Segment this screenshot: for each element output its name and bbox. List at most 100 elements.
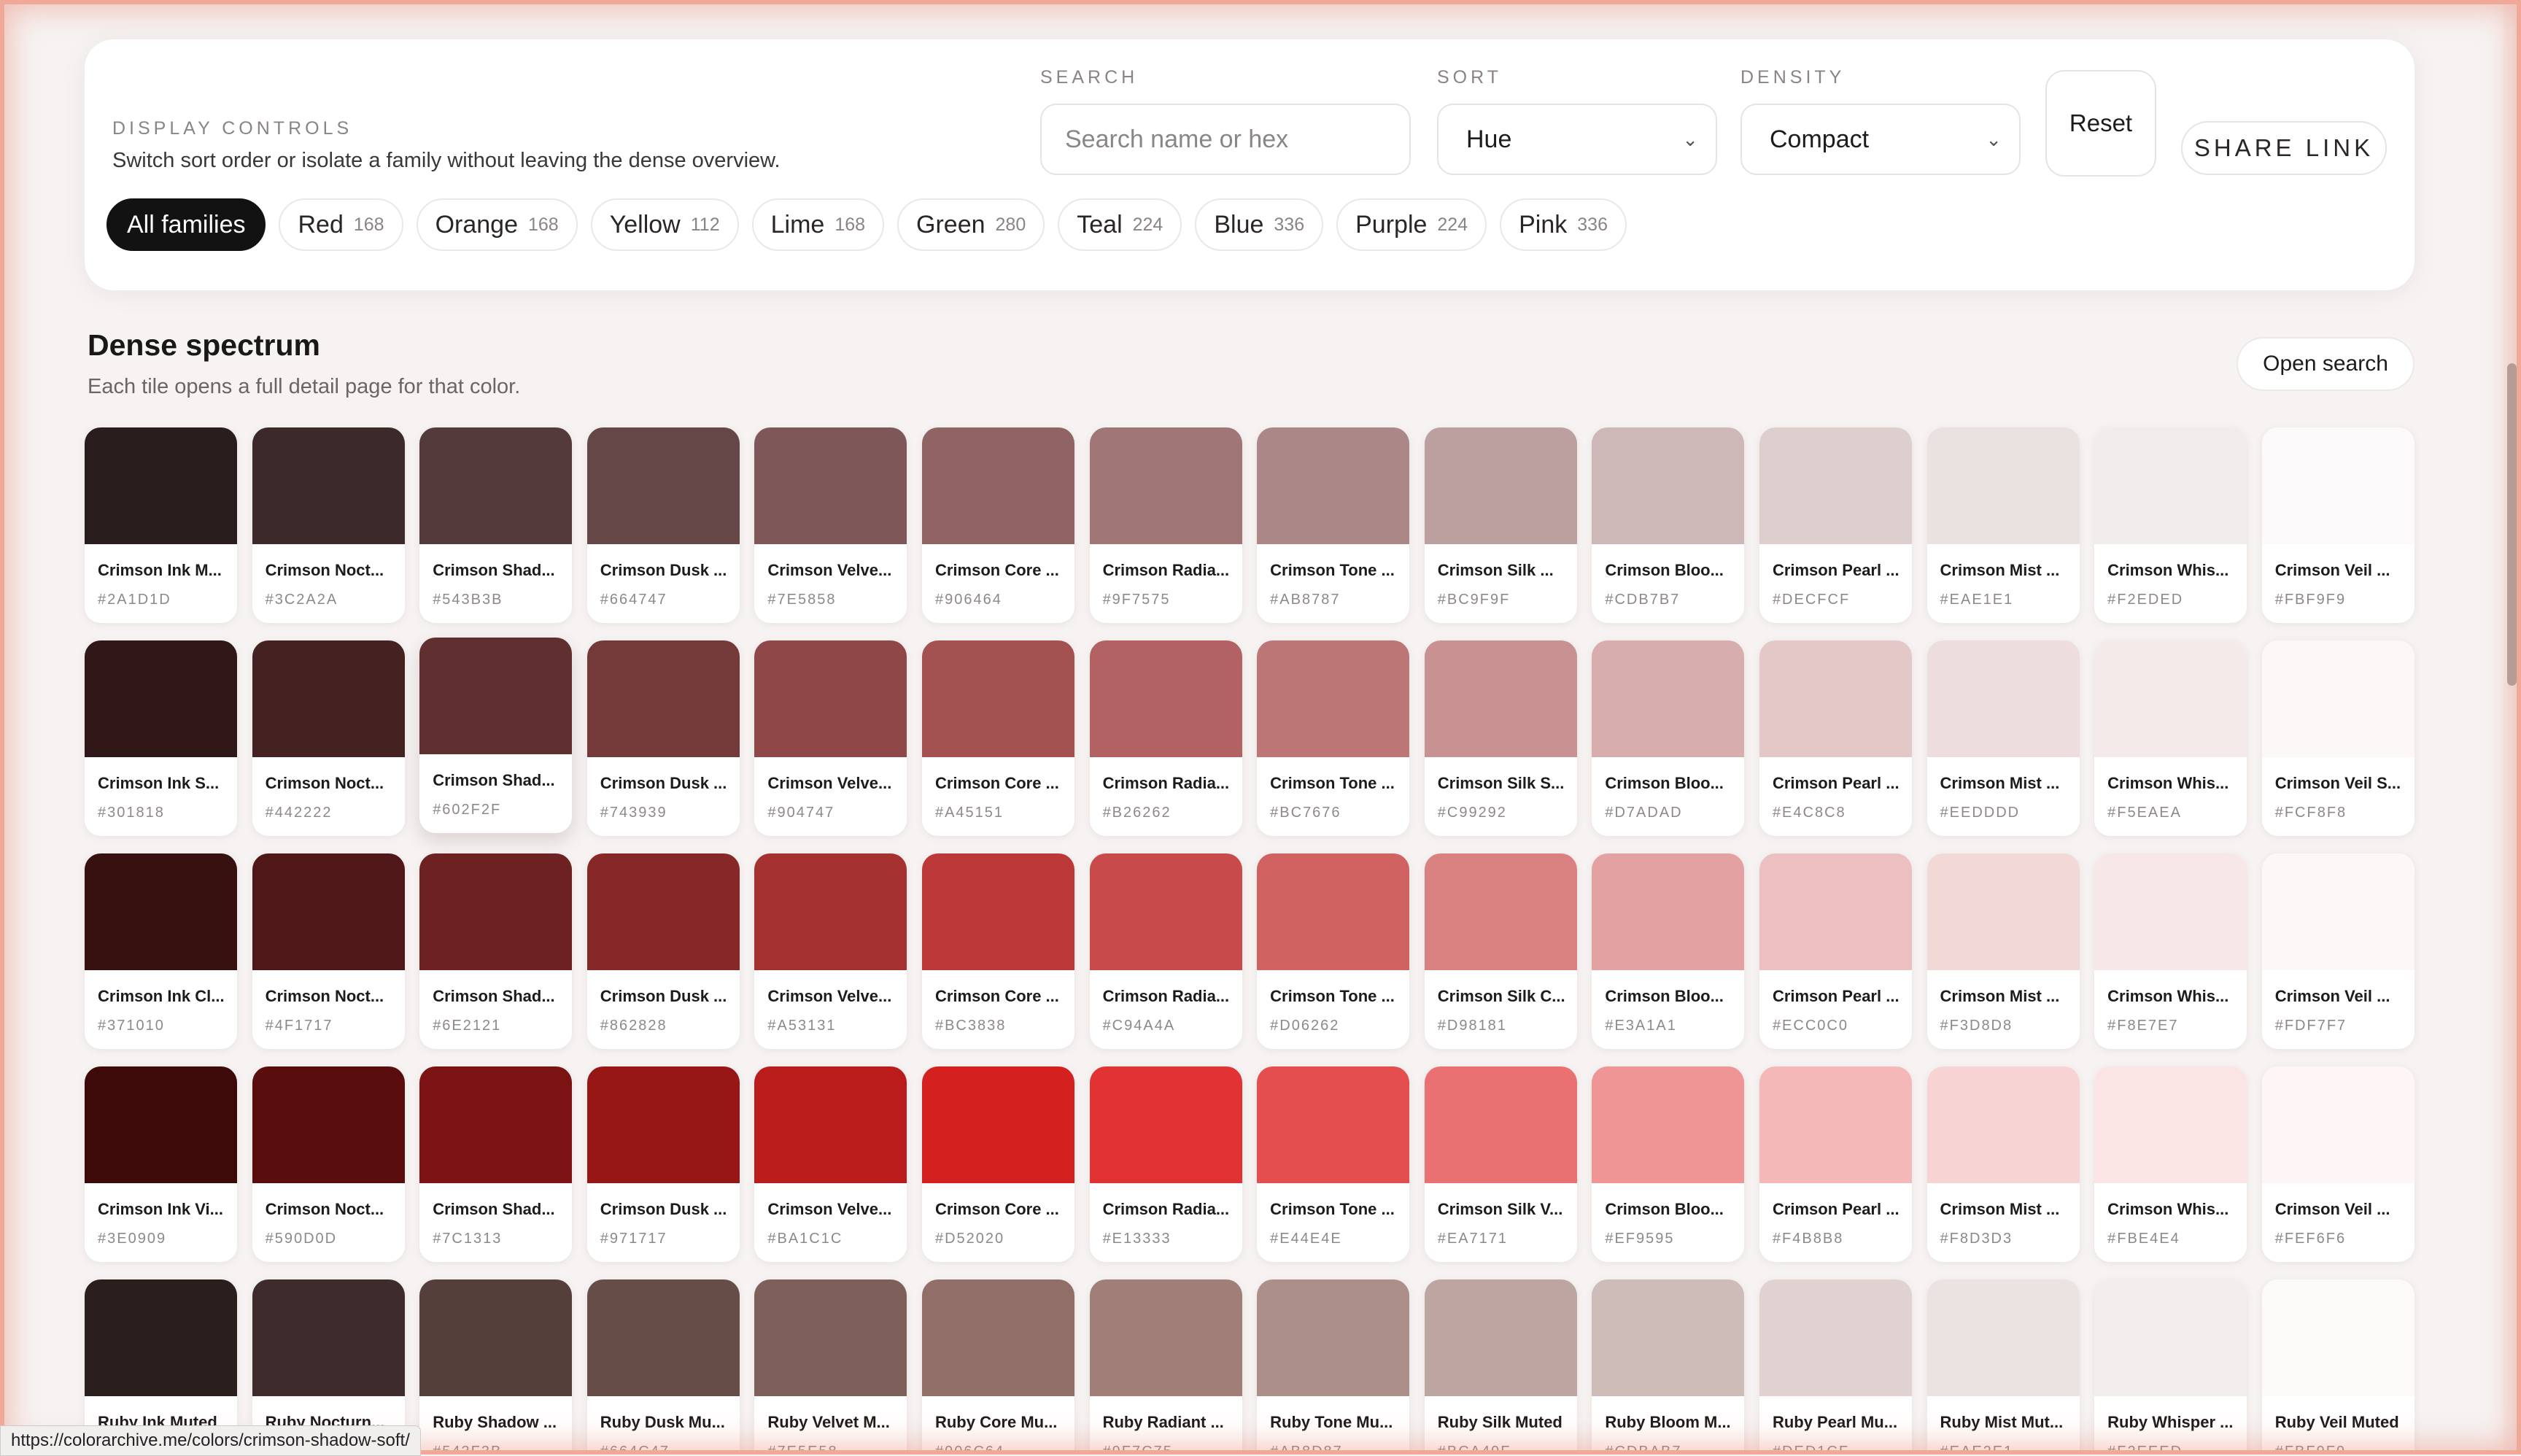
color-tile[interactable]: Crimson Velve... #BA1C1C: [754, 1066, 907, 1262]
color-tile[interactable]: Crimson Noct... #4F1717: [252, 853, 405, 1049]
color-tile[interactable]: Crimson Core ... #A45151: [921, 640, 1074, 836]
color-tile[interactable]: Crimson Bloo... #CDB7B7: [1592, 427, 1745, 623]
share-link-button[interactable]: SHARE LINK: [2181, 121, 2387, 175]
color-tile[interactable]: Crimson Pearl ... #E4C8C8: [1759, 640, 1912, 836]
color-tile[interactable]: Ruby Tone Mu... #AB8D87: [1257, 1279, 1410, 1455]
color-tile[interactable]: Crimson Pearl ... #DECFCF: [1759, 427, 1912, 623]
color-tile[interactable]: Crimson Noct... #442222: [252, 640, 405, 836]
color-hex: #CDBAB7: [1605, 1444, 1682, 1455]
color-tile[interactable]: Crimson Ink Cl... #371010: [85, 853, 237, 1049]
color-hex: #CDB7B7: [1605, 592, 1681, 608]
color-tile[interactable]: Crimson Dusk ... #743939: [586, 640, 740, 836]
color-tile[interactable]: Crimson Whis... #F8E7E7: [2094, 853, 2247, 1049]
color-tile[interactable]: Ruby Mist Mut... #EAE2E1: [1926, 1279, 2080, 1455]
color-tile[interactable]: Crimson Bloo... #D7ADAD: [1592, 640, 1745, 836]
color-tile[interactable]: Ruby Shadow ... #543F3B: [419, 1279, 573, 1455]
scrollbar-track[interactable]: [2503, 0, 2521, 1455]
family-chip-count: 280: [995, 214, 1026, 235]
family-chip-yellow[interactable]: Yellow 112: [590, 198, 739, 251]
color-tile[interactable]: Crimson Veil S... #FCF8F8: [2261, 640, 2414, 836]
color-tile[interactable]: Ruby Silk Muted #BCA49F: [1424, 1279, 1577, 1455]
color-tile[interactable]: Crimson Silk S... #C99292: [1424, 640, 1577, 836]
color-tile[interactable]: Crimson Whis... #F5EAEA: [2094, 640, 2247, 836]
color-tile[interactable]: Crimson Mist ... #F3D8D8: [1926, 853, 2080, 1049]
family-chip-green[interactable]: Green 280: [897, 198, 1045, 251]
color-tile[interactable]: Crimson Bloo... #E3A1A1: [1592, 853, 1745, 1049]
color-tile[interactable]: Ruby Core Mu... #906C64: [921, 1279, 1074, 1455]
color-tile[interactable]: Crimson Mist ... #EAE1E1: [1926, 427, 2080, 623]
color-name: Crimson Veil ...: [2274, 561, 2390, 579]
color-tile[interactable]: Ruby Radiant ... #9F7C75: [1089, 1279, 1242, 1455]
color-tile[interactable]: Crimson Whis... #F2EDED: [2094, 427, 2247, 623]
color-tile[interactable]: Crimson Ink M... #2A1D1D: [85, 427, 237, 623]
color-name: Crimson Core ...: [934, 1200, 1059, 1218]
color-tile[interactable]: Crimson Shad... #7C1313: [419, 1066, 573, 1262]
display-controls-description: Switch sort order or isolate a family wi…: [112, 149, 781, 172]
color-tile[interactable]: Crimson Shad... #602F2F: [419, 638, 573, 833]
color-tile[interactable]: Ruby Veil Muted #FBF9F9: [2261, 1279, 2414, 1455]
color-tile[interactable]: Crimson Tone ... #E44E4E: [1257, 1066, 1410, 1262]
color-swatch: [419, 853, 573, 970]
sort-select[interactable]: Hue ⌄: [1437, 104, 1717, 175]
color-tile[interactable]: Crimson Silk C... #D98181: [1424, 853, 1577, 1049]
color-tile[interactable]: Crimson Tone ... #AB8787: [1257, 427, 1410, 623]
color-tile[interactable]: Crimson Shad... #6E2121: [419, 853, 573, 1049]
scrollbar-thumb[interactable]: [2507, 363, 2517, 686]
color-tile[interactable]: Crimson Velve... #7E5858: [754, 427, 907, 623]
color-swatch: [586, 427, 740, 544]
color-tile[interactable]: Crimson Velve... #A53131: [754, 853, 907, 1049]
search-input[interactable]: [1040, 104, 1411, 175]
color-tile[interactable]: Crimson Dusk ... #862828: [586, 853, 740, 1049]
color-tile[interactable]: Crimson Ink S... #301818: [85, 640, 237, 836]
color-tile[interactable]: Crimson Radia... #C94A4A: [1089, 853, 1242, 1049]
color-tile[interactable]: Crimson Veil ... #FEF6F6: [2261, 1066, 2414, 1262]
color-tile[interactable]: Crimson Dusk ... #664747: [586, 427, 740, 623]
color-tile[interactable]: Crimson Ink Vi... #3E0909: [85, 1066, 237, 1262]
family-chip-all-families[interactable]: All families: [107, 198, 266, 251]
color-name: Crimson Noct...: [265, 1200, 384, 1218]
family-chip-pink[interactable]: Pink 336: [1500, 198, 1627, 251]
color-tile[interactable]: Crimson Core ... #D52020: [921, 1066, 1074, 1262]
family-chip-count: 112: [690, 214, 720, 235]
family-chip-purple[interactable]: Purple 224: [1336, 198, 1487, 251]
color-tile[interactable]: Ruby Bloom M... #CDBAB7: [1592, 1279, 1745, 1455]
color-tile[interactable]: Crimson Tone ... #BC7676: [1257, 640, 1410, 836]
color-tile[interactable]: Crimson Mist ... #F8D3D3: [1926, 1066, 2080, 1262]
color-tile[interactable]: Crimson Mist ... #EEDDDD: [1926, 640, 2080, 836]
density-select[interactable]: Compact ⌄: [1740, 104, 2021, 175]
color-tile[interactable]: Crimson Dusk ... #971717: [586, 1066, 740, 1262]
color-tile[interactable]: Crimson Veil ... #FDF7F7: [2261, 853, 2414, 1049]
color-tile[interactable]: Crimson Silk V... #EA7171: [1424, 1066, 1577, 1262]
color-tile[interactable]: Crimson Whis... #FBE4E4: [2094, 1066, 2247, 1262]
color-tile[interactable]: Crimson Velve... #904747: [754, 640, 907, 836]
color-tile[interactable]: Crimson Silk ... #BC9F9F: [1424, 427, 1577, 623]
color-tile[interactable]: Crimson Pearl ... #F4B8B8: [1759, 1066, 1912, 1262]
color-tile[interactable]: Crimson Core ... #906464: [921, 427, 1074, 623]
color-tile[interactable]: Ruby Pearl Mu... #DED1CF: [1759, 1279, 1912, 1455]
color-tile[interactable]: Crimson Veil ... #FBF9F9: [2261, 427, 2414, 623]
reset-button[interactable]: Reset: [2045, 70, 2156, 177]
color-tile[interactable]: Crimson Tone ... #D06262: [1257, 853, 1410, 1049]
family-chip-teal[interactable]: Teal 224: [1058, 198, 1182, 251]
color-tile[interactable]: Ruby Velvet M... #7E5E58: [754, 1279, 907, 1455]
color-hex: #AB8D87: [1270, 1444, 1343, 1455]
color-tile[interactable]: Crimson Noct... #590D0D: [252, 1066, 405, 1262]
family-chip-orange[interactable]: Orange 168: [416, 198, 578, 251]
color-tile[interactable]: Crimson Pearl ... #ECC0C0: [1759, 853, 1912, 1049]
color-tile[interactable]: Crimson Radia... #B26262: [1089, 640, 1242, 836]
color-swatch: [921, 1279, 1074, 1396]
color-tile[interactable]: Crimson Bloo... #EF9595: [1592, 1066, 1745, 1262]
color-tile[interactable]: Crimson Shad... #543B3B: [419, 427, 573, 623]
family-chip-red[interactable]: Red 168: [279, 198, 403, 251]
color-tile[interactable]: Crimson Noct... #3C2A2A: [252, 427, 405, 623]
color-tile[interactable]: Ruby Whisper ... #F2EEED: [2094, 1279, 2247, 1455]
color-hex: #DECFCF: [1772, 592, 1851, 608]
open-search-button[interactable]: Open search: [2237, 337, 2414, 391]
color-tile[interactable]: Crimson Core ... #BC3838: [921, 853, 1074, 1049]
family-chip-lime[interactable]: Lime 168: [751, 198, 885, 251]
color-tile[interactable]: Ruby Dusk Mu... #664C47: [586, 1279, 740, 1455]
color-tile[interactable]: Crimson Radia... #9F7575: [1089, 427, 1242, 623]
family-chip-blue[interactable]: Blue 336: [1195, 198, 1324, 251]
color-swatch: [252, 1279, 405, 1396]
color-tile[interactable]: Crimson Radia... #E13333: [1089, 1066, 1242, 1262]
